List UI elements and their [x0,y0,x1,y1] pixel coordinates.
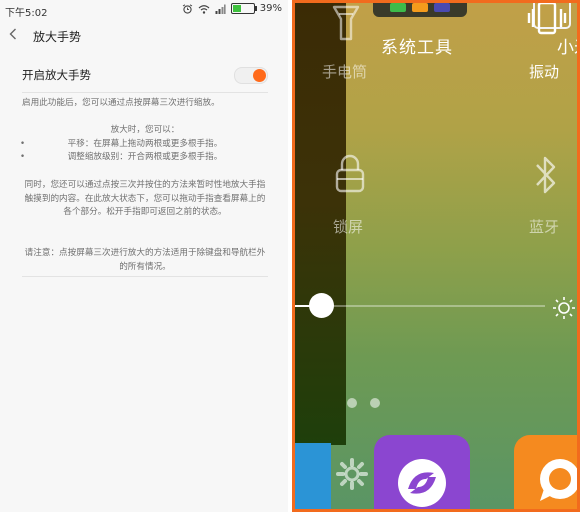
page-title: 放大手势 [33,29,82,44]
tab-swatch [412,3,428,12]
lock-icon[interactable] [334,153,366,193]
tile-label-lock[interactable]: 锁屏 [333,216,363,237]
top-tab-strip [373,3,467,17]
description-zoom: 放大时，您可以： • 平移：在屏幕上拖动两根或更多根手指。 • 调整缩放级别：开… [20,124,268,165]
app-swirl-icon [398,459,446,507]
magnification-switch[interactable] [234,67,268,84]
page-indicator-dot[interactable] [370,398,380,408]
description-intro: 启用此功能后，您可以通过点按屏幕三次进行缩放。 [22,97,268,111]
toggle-label: 开启放大手势 [22,68,91,82]
wifi-icon [198,4,210,14]
bullet-text: 平移：在屏幕上拖动两根或更多根手指。 [67,138,223,149]
tab-swatch [390,3,406,12]
title-bar: 放大手势 [0,22,288,50]
magnification-toggle-row[interactable]: 开启放大手势 [22,64,268,86]
dock-app-orange[interactable] [514,435,577,509]
description-hold: 同时，您还可以通过点按三次并按住的方法来暂时性地放大手指触摸到的内容。在此放大状… [22,179,268,220]
status-bar: 下午5:02 39% [0,0,288,20]
tab-swatch [434,3,450,12]
section-title: 系统工具 [381,38,453,58]
alarm-icon [182,3,193,14]
settings-gear-icon[interactable] [335,457,369,491]
hold-text: 同时，您还可以通过点按三次并按住的方法来暂时性地放大手指触摸到的内容。在此放大状… [24,180,266,217]
switch-knob [253,69,266,82]
divider [22,276,268,277]
settings-screen: 下午5:02 39% 放大手势 开启放大手势 启用此功能后，您可以通过点按屏幕三… [0,0,288,512]
status-icons: 39% [182,3,282,14]
intro-text: 启用此功能后，您可以通过点按屏幕三次进行缩放。 [22,98,220,108]
tile-label-flashlight[interactable]: 手电筒 [322,61,367,82]
flashlight-icon[interactable] [331,5,361,41]
bluetooth-icon[interactable] [534,155,558,195]
tile-label-bluetooth[interactable]: 蓝牙 [529,216,559,237]
battery-icon [230,3,257,14]
dock-app-purple[interactable] [374,435,470,509]
back-button[interactable] [9,28,25,44]
page-indicator-dot[interactable] [347,398,357,408]
dock-app-blue[interactable] [295,443,331,509]
zoom-heading: 放大时，您可以： [110,125,180,135]
brightness-slider-handle[interactable] [309,293,334,318]
brightness-icon [553,297,575,319]
magnified-view: 系统工具 小米 手电筒 振动 锁屏 蓝牙 [292,0,580,512]
bullet-item-pan: • 平移：在屏幕上拖动两根或更多根手指。 [20,138,223,149]
battery-percent: 39% [259,3,282,14]
chat-bubble-icon [540,459,577,501]
signal-icon [215,4,226,14]
divider [22,92,268,93]
note-text: 请注意：点按屏幕三次进行放大的方法适用于除键盘和导航栏外的所有情况。 [24,248,266,272]
status-time: 下午5:02 [5,8,48,19]
bullet-text: 调整缩放级别：开合两根或更多根手指。 [67,152,223,162]
bullet-item-zoom-level: • 调整缩放级别：开合两根或更多根手指。 [20,152,223,162]
chevron-left-icon [9,28,16,40]
tile-label-vibrate[interactable]: 振动 [529,61,559,82]
description-note: 请注意：点按屏幕三次进行放大的方法适用于除键盘和导航栏外的所有情况。 [22,247,268,274]
vibrate-icon[interactable] [527,3,567,37]
